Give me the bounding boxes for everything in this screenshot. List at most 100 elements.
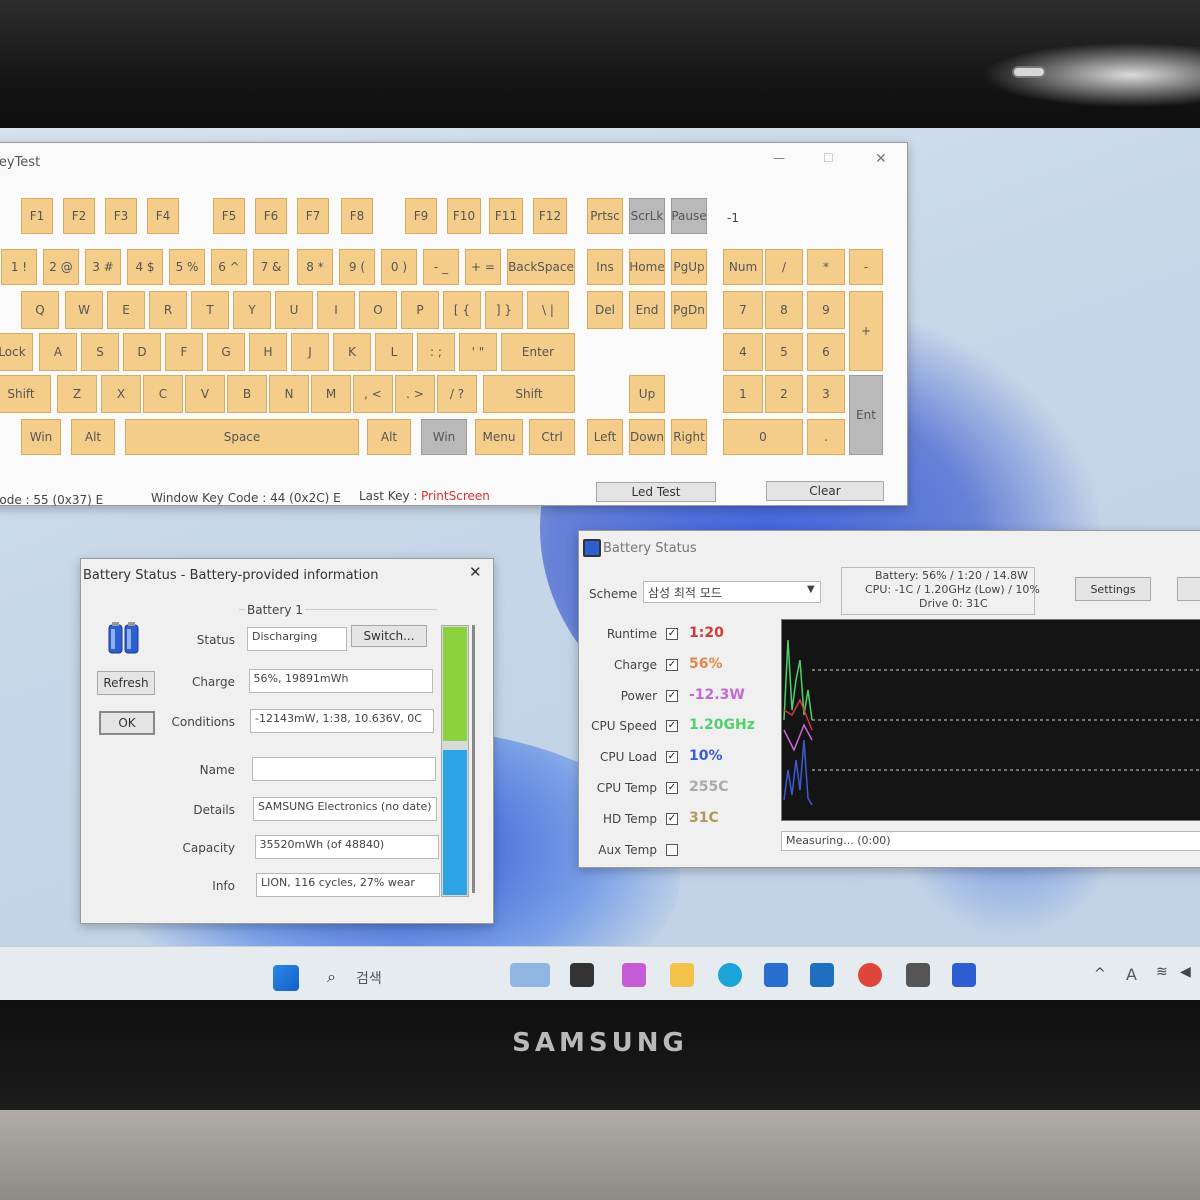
scan-code-label: Code : 55 (0x37) E — [0, 493, 104, 507]
slider-track[interactable] — [472, 625, 475, 893]
chevron-down-icon[interactable]: ▼ — [807, 584, 815, 595]
outlook-icon[interactable] — [810, 963, 834, 987]
battery-row-value: LION, 116 cycles, 27% wear — [256, 873, 440, 897]
key-29: Home — [629, 249, 665, 285]
key-79: , < — [353, 375, 393, 413]
key-66: ' " — [459, 333, 497, 371]
taskbar: ⌕ 검색 ^ A ≋ ◀ — [0, 946, 1200, 1000]
key-87: Ent — [849, 375, 883, 455]
ba-button[interactable]: Ba — [1177, 577, 1200, 601]
key-40: Y — [233, 291, 271, 329]
key-22: 8 * — [297, 249, 333, 285]
metric-checkbox[interactable]: ✓ — [666, 812, 678, 825]
charge-bar-remaining — [443, 749, 467, 895]
key-5: F6 — [255, 198, 287, 234]
key-25: - _ — [423, 249, 459, 285]
notepad-icon[interactable] — [906, 963, 930, 987]
key-75: V — [185, 375, 225, 413]
edge-icon[interactable] — [718, 963, 742, 987]
battery-status-icon[interactable] — [952, 963, 976, 987]
copilot-icon[interactable] — [622, 963, 646, 987]
key-44: P — [401, 291, 439, 329]
graph-trace — [783, 723, 813, 752]
key-3: F4 — [147, 198, 179, 234]
chevron-up-icon[interactable]: ^ — [1094, 966, 1106, 982]
close-button[interactable]: ✕ — [469, 563, 482, 581]
minimize-button[interactable]: — — [773, 151, 785, 165]
maximize-button[interactable]: ☐ — [823, 151, 834, 165]
scheme-label: Scheme — [589, 587, 638, 601]
language-icon[interactable]: A — [1126, 965, 1137, 984]
key-6: F7 — [297, 198, 329, 234]
file-explorer-icon[interactable] — [670, 963, 694, 987]
brand-logo: SAMSUNG — [512, 1028, 688, 1058]
key-61: H — [249, 333, 287, 371]
key-37: E — [107, 291, 145, 329]
search-icon[interactable]: ⌕ — [327, 967, 336, 987]
key-45: [ { — [443, 291, 481, 329]
key-73: X — [101, 375, 141, 413]
screen-glare — [970, 40, 1200, 110]
battery-graph — [781, 619, 1200, 821]
metric-checkbox[interactable]: ✓ — [666, 751, 678, 764]
battery-status-app-icon — [583, 539, 601, 557]
key-20: 6 ^ — [211, 249, 247, 285]
battery-row-label: Info — [212, 879, 235, 893]
key-16: 2 @ — [43, 249, 79, 285]
metric-label: CPU Load — [600, 750, 657, 765]
weather-widget-icon[interactable] — [510, 963, 550, 987]
close-button[interactable]: ✕ — [875, 151, 887, 167]
clear-button[interactable]: Clear — [766, 481, 884, 501]
led-test-button[interactable]: Led Test — [596, 482, 716, 502]
start-icon[interactable] — [273, 965, 299, 991]
last-key-value: PrintScreen — [421, 489, 490, 503]
key-41: U — [275, 291, 313, 329]
key-52: 8 — [765, 291, 803, 329]
task-view-icon[interactable] — [570, 963, 594, 987]
wifi-icon[interactable]: ≋ — [1156, 964, 1168, 980]
ok-button[interactable]: OK — [99, 711, 155, 735]
metric-checkbox[interactable]: ✓ — [666, 782, 678, 794]
chrome-icon[interactable] — [858, 963, 882, 987]
metric-label: CPU Speed — [591, 719, 657, 734]
battery-row-label: Details — [193, 803, 235, 817]
key-19: 5 % — [169, 249, 205, 285]
key-0: F1 — [21, 198, 53, 234]
battery-row-label: Conditions — [171, 715, 235, 729]
key-55: Lock — [0, 333, 33, 371]
settings-button[interactable]: Settings — [1075, 577, 1151, 601]
key-48: Del — [587, 291, 623, 329]
metric-label: Aux Temp — [598, 842, 657, 857]
battery-row-value: 35520mWh (of 48840) — [254, 835, 439, 859]
metric-checkbox[interactable] — [666, 843, 678, 856]
key-26: + = — [465, 249, 501, 285]
key-62: J — [291, 333, 329, 371]
battery-group-label: Battery 1 — [245, 603, 305, 617]
switch-button[interactable]: Switch... — [351, 625, 427, 647]
store-icon[interactable] — [764, 963, 788, 987]
key-80: . > — [395, 375, 435, 413]
key-13: ScrLk — [629, 198, 665, 234]
metric-checkbox[interactable]: ✓ — [666, 689, 678, 702]
key-7: F8 — [341, 198, 373, 234]
key-63: K — [333, 333, 371, 371]
metric-checkbox[interactable]: ✓ — [666, 658, 678, 671]
battery-row-value: Discharging — [247, 627, 347, 651]
refresh-button[interactable]: Refresh — [97, 671, 155, 695]
metric-checkbox[interactable]: ✓ — [666, 720, 678, 733]
metric-checkbox[interactable]: ✓ — [666, 628, 678, 640]
speaker-icon[interactable]: ◀ — [1180, 964, 1191, 980]
key-83: Up — [629, 375, 665, 413]
key-72: Z — [57, 375, 97, 413]
battery-row-label: Capacity — [182, 841, 235, 855]
key-58: D — [123, 333, 161, 371]
key-12: Prtsc — [587, 198, 623, 234]
key-85: 2 — [765, 375, 803, 413]
window-key-code-label: Window Key Code : 44 (0x2C) E — [151, 491, 341, 505]
scheme-select[interactable]: 삼성 최적 모드 — [643, 581, 821, 603]
key-27: BackSpace — [507, 249, 575, 285]
key-84: 1 — [723, 375, 763, 413]
summary-cpu: CPU: -1C / 1.20GHz (Low) / 10% — [865, 583, 1040, 596]
search-box[interactable]: 검색 — [356, 968, 382, 988]
key-92: Win — [421, 419, 467, 455]
